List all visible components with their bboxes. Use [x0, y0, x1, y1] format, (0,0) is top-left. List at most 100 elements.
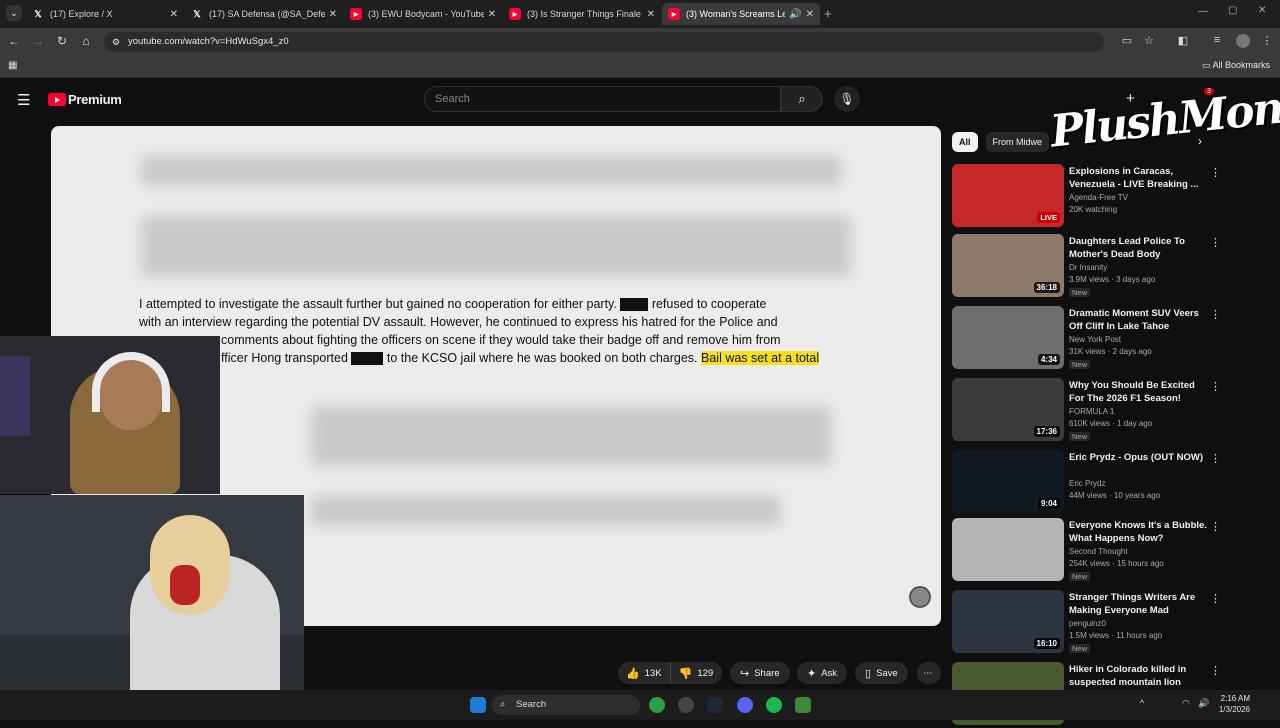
back-icon[interactable]: ← [6, 34, 22, 48]
video-title[interactable]: Explosions in Caracas, Venezuela - LIVE … [1069, 165, 1209, 191]
video-thumbnail[interactable]: LIVE [952, 164, 1064, 227]
video-thumbnail[interactable] [952, 518, 1064, 581]
more-options-icon[interactable]: ⋮ [1210, 520, 1221, 533]
video-title[interactable]: Stranger Things Writers Are Making Every… [1069, 591, 1209, 617]
youtube-icon: ▶ [668, 8, 680, 20]
chrome-icon[interactable] [649, 697, 665, 713]
more-options-icon[interactable]: ⋮ [1210, 664, 1221, 677]
speaker-icon[interactable]: 🔊 [789, 9, 801, 20]
home-icon[interactable]: ⌂ [78, 34, 94, 48]
more-actions-button[interactable]: ⋯ [917, 662, 941, 684]
dislike-button[interactable]: 👎 129 [671, 667, 722, 680]
recommendation-item[interactable]: 17:36 Why You Should Be Excited For The 2… [952, 378, 1272, 444]
video-title[interactable]: Eric Prydz - Opus (OUT NOW) [1069, 451, 1209, 464]
save-button[interactable]: ▯ Save [855, 662, 908, 684]
volume-icon[interactable]: 🔊 [1198, 698, 1209, 709]
reload-icon[interactable]: ↻ [54, 34, 70, 48]
video-meta: 3.9M views · 3 days ago [1069, 275, 1156, 284]
clock-date: 1/3/2026 [1218, 705, 1250, 714]
recommendation-item[interactable]: Everyone Knows It's a Bubble. What Happe… [952, 518, 1272, 584]
channel-name[interactable]: FORMULA 1 [1069, 407, 1114, 416]
system-clock[interactable]: 2:16 AM 1/3/2026 [1219, 693, 1250, 715]
hamburger-menu-icon[interactable]: ☰ [17, 91, 30, 109]
minimize-button[interactable]: — [1198, 6, 1208, 17]
url-text: youtube.com/watch?v=HdWuSgx4_z0 [128, 36, 289, 47]
apps-grid-icon[interactable]: ▦ [8, 60, 17, 71]
tray-chevron-icon[interactable]: ^ [1140, 698, 1144, 708]
channel-name[interactable]: Eric Prydz [1069, 479, 1105, 488]
channel-name[interactable]: Dr Insanity [1069, 263, 1107, 272]
app-icon[interactable] [678, 697, 694, 713]
spotify-icon[interactable] [766, 697, 782, 713]
video-title[interactable]: Why You Should Be Excited For The 2026 F… [1069, 379, 1209, 405]
tab-list-dropdown-icon[interactable]: ⌄ [6, 5, 22, 21]
video-thumbnail[interactable]: 36:18 [952, 234, 1064, 297]
video-thumbnail[interactable]: 16:10 [952, 590, 1064, 653]
more-options-icon[interactable]: ⋮ [1210, 592, 1221, 605]
taskbar-search[interactable]: ⌕ Search [492, 695, 640, 715]
clock-time: 2:16 AM [1220, 694, 1250, 703]
browser-tab[interactable]: 𝕏 (17) SA Defensa (@SA_Defensa ✕ [185, 3, 343, 25]
more-options-icon[interactable]: ⋮ [1210, 166, 1221, 179]
search-button[interactable]: ⌕ [781, 86, 823, 112]
discord-icon[interactable] [737, 697, 753, 713]
steam-icon[interactable] [707, 697, 723, 713]
recommendation-item[interactable]: 4:34 Dramatic Moment SUV Veers Off Cliff … [952, 306, 1272, 372]
channel-name[interactable]: Second Thought [1069, 547, 1128, 556]
recommendation-item[interactable]: 16:10 Stranger Things Writers Are Making … [952, 590, 1272, 656]
tab-label: (3) Woman's Screams Lead [686, 9, 786, 19]
windows-start-icon[interactable] [470, 697, 486, 713]
recommendation-item[interactable]: 9:04 Eric Prydz - Opus (OUT NOW) Eric Pryd… [952, 450, 1272, 516]
close-icon[interactable]: ✕ [329, 9, 337, 20]
address-bar[interactable]: ⚙ youtube.com/watch?v=HdWuSgx4_z0 [104, 32, 1104, 52]
video-thumbnail[interactable]: 4:34 [952, 306, 1064, 369]
headphones-icon [170, 565, 200, 605]
media-icon[interactable]: ≡ [1210, 34, 1224, 46]
new-tab-button[interactable]: + [824, 6, 832, 21]
chip-all[interactable]: All [952, 132, 978, 152]
browser-tab[interactable]: 𝕏 (17) Explore / X ✕ [26, 3, 184, 25]
channel-name[interactable]: Agenda-Free TV [1069, 193, 1128, 202]
all-bookmarks-button[interactable]: ▭ All Bookmarks [1202, 60, 1270, 71]
close-icon[interactable]: ✕ [647, 9, 655, 20]
more-options-icon[interactable]: ⋮ [1210, 308, 1221, 321]
site-info-icon[interactable]: ⚙ [112, 32, 120, 52]
close-icon[interactable]: ✕ [170, 9, 178, 20]
forward-icon[interactable]: → [30, 34, 46, 48]
window-close-button[interactable]: ✕ [1258, 5, 1266, 16]
close-icon[interactable]: ✕ [488, 9, 496, 20]
menu-icon[interactable]: ⋮ [1260, 34, 1274, 47]
voice-search-button[interactable]: 🎙 [834, 86, 860, 112]
maximize-button[interactable]: ▢ [1228, 5, 1237, 16]
browser-tab[interactable]: ▶ (3) Is Stranger Things Finale Go ✕ [503, 3, 661, 25]
like-button[interactable]: 👍 13K [618, 662, 671, 684]
cast-icon[interactable]: ▭ [1120, 34, 1134, 47]
ask-button[interactable]: ✦ Ask [797, 662, 848, 684]
extensions-icon[interactable]: ◧ [1176, 34, 1190, 47]
channel-name[interactable]: New York Post [1069, 335, 1121, 344]
more-options-icon[interactable]: ⋮ [1210, 452, 1221, 465]
video-title[interactable]: Dramatic Moment SUV Veers Off Cliff In L… [1069, 307, 1209, 333]
youtube-icon: ▶ [350, 8, 362, 20]
search-input[interactable]: Search [424, 86, 781, 112]
video-thumbnail[interactable]: 17:36 [952, 378, 1064, 441]
new-badge: New [1069, 432, 1091, 441]
video-title[interactable]: Daughters Lead Police To Mother's Dead B… [1069, 235, 1209, 261]
browser-tab[interactable]: ▶ (3) EWU Bodycam - YouTube ✕ [344, 3, 502, 25]
recommendation-item[interactable]: LIVE Explosions in Caracas, Venezuela - L… [952, 164, 1272, 230]
bookmark-star-icon[interactable]: ☆ [1142, 34, 1156, 47]
video-thumbnail[interactable]: 9:04 [952, 450, 1064, 513]
close-icon[interactable]: ✕ [806, 9, 814, 20]
recommendation-item[interactable]: 36:18 Daughters Lead Police To Mother's D… [952, 234, 1272, 300]
more-options-icon[interactable]: ⋮ [1210, 380, 1221, 393]
channel-name[interactable]: penguinz0 [1069, 619, 1106, 628]
youtube-logo[interactable]: Premium [48, 92, 122, 107]
app-icon[interactable] [795, 697, 811, 713]
browser-tab-active[interactable]: ▶ (3) Woman's Screams Lead 🔊 ✕ [662, 3, 820, 25]
more-options-icon[interactable]: ⋮ [1210, 236, 1221, 249]
chip-from-channel[interactable]: From Midwe [985, 132, 1050, 152]
share-button[interactable]: ↪ Share [730, 662, 790, 684]
video-title[interactable]: Everyone Knows It's a Bubble. What Happe… [1069, 519, 1209, 545]
profile-icon[interactable] [1236, 34, 1250, 48]
wifi-icon[interactable]: ◠ [1182, 698, 1190, 709]
